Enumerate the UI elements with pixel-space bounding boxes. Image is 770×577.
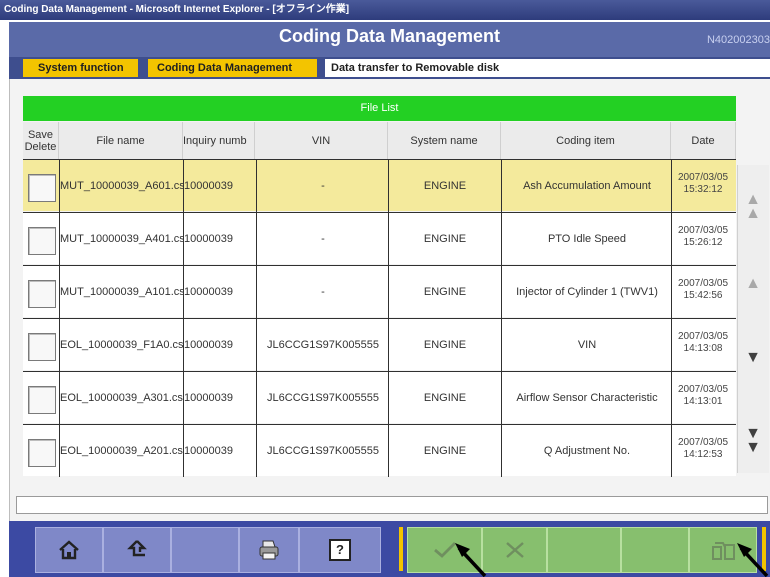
table-row[interactable]: MUT_10000039_A401.cs 10000039 - ENGINE PTO I… (23, 212, 736, 265)
col-date: Date (671, 122, 736, 159)
breadcrumb: System function Coding Data Management D… (9, 57, 770, 79)
help-button[interactable]: ? (299, 527, 381, 573)
cell-inquiry: 10000039 (184, 286, 233, 298)
cell-file: EOL_10000039_F1A0.cs (60, 339, 184, 351)
breadcrumb-coding-data-management[interactable]: Coding Data Management (148, 59, 317, 77)
cell-file: EOL_10000039_A201.cs (60, 445, 183, 457)
cell-item: Airflow Sensor Characteristic (516, 392, 658, 404)
table-row[interactable]: MUT_10000039_A101.cs 10000039 - ENGINE Injec… (23, 265, 736, 318)
page-title: Coding Data Management (278, 26, 501, 46)
cell-date: 2007/03/05 15:32:12 (673, 172, 733, 196)
app-header: Coding Data Management N402002303 (9, 22, 770, 57)
cancel-icon (505, 542, 524, 558)
time-value: 14:13:08 (683, 343, 723, 354)
cancel-button[interactable] (482, 527, 547, 573)
file-list-title: File List (23, 96, 736, 121)
time-value: 15:26:12 (683, 237, 723, 248)
cell-vin: JL6CCG1S97K005555 (267, 445, 379, 457)
time-value: 15:42:56 (683, 290, 723, 301)
cell-inquiry: 10000039 (184, 392, 233, 404)
cell-date: 2007/03/05 15:42:56 (673, 278, 733, 302)
col-file-name: File name (59, 122, 183, 159)
blank-green-button-2[interactable] (621, 527, 689, 573)
blank-green-button-1[interactable] (547, 527, 621, 573)
cell-system: ENGINE (423, 286, 467, 298)
cell-vin: JL6CCG1S97K005555 (267, 339, 379, 351)
save-delete-checkbox[interactable] (28, 386, 56, 414)
screen-code: N402002303 (706, 34, 770, 46)
home-icon (59, 540, 79, 560)
date-value: 2007/03/05 (677, 172, 729, 183)
scroll-up-icon[interactable]: ▲ (743, 276, 763, 292)
back-icon (127, 540, 147, 557)
col-vin: VIN (255, 122, 388, 159)
date-value: 2007/03/05 (677, 225, 729, 236)
save-delete-checkbox[interactable] (28, 439, 56, 467)
cell-vin: - (321, 180, 325, 192)
breadcrumb-current-page: Data transfer to Removable disk (325, 59, 770, 77)
home-button[interactable] (35, 527, 103, 573)
table-row[interactable]: EOL_10000039_F1A0.cs 10000039 JL6CCG1S97K0… (23, 318, 736, 371)
time-value: 14:12:53 (683, 449, 723, 460)
time-value: 14:13:01 (683, 396, 723, 407)
cell-file: MUT_10000039_A601.cs (60, 180, 184, 192)
cell-date: 2007/03/05 15:26:12 (673, 225, 733, 249)
cell-inquiry: 10000039 (184, 445, 233, 457)
cell-file: EOL_10000039_A301.cs (60, 392, 183, 404)
cell-inquiry: 10000039 (184, 180, 233, 192)
cell-inquiry: 10000039 (184, 339, 233, 351)
save-delete-checkbox[interactable] (28, 333, 56, 361)
breadcrumb-system-function[interactable]: System function (23, 59, 138, 77)
save-delete-checkbox[interactable] (28, 280, 56, 308)
cell-item: Q Adjustment No. (543, 445, 631, 457)
pointer-arrow-icon (737, 543, 769, 577)
time-value: 15:32:12 (683, 184, 723, 195)
cell-system: ENGINE (423, 180, 467, 192)
save-delete-checkbox[interactable] (28, 227, 56, 255)
table-row[interactable]: MUT_10000039_A601.cs 10000039 - ENGINE Ash A… (23, 159, 736, 212)
col-inquiry-number: Inquiry numb (183, 122, 255, 159)
cell-file: MUT_10000039_A101.cs (60, 286, 184, 298)
cell-date: 2007/03/05 14:13:01 (673, 384, 733, 408)
cell-vin: - (321, 233, 325, 245)
cell-item: Ash Accumulation Amount (523, 180, 651, 192)
date-value: 2007/03/05 (677, 278, 729, 289)
cell-date: 2007/03/05 14:13:08 (673, 331, 733, 355)
status-bar (16, 496, 768, 514)
window-title: Coding Data Management - Microsoft Inter… (0, 0, 770, 20)
scroll-top-icon[interactable]: ▲ ▲ (743, 192, 763, 222)
print-button[interactable] (239, 527, 299, 573)
cell-item: Injector of Cylinder 1 (TWV1) (516, 286, 658, 298)
cell-vin: - (321, 286, 325, 298)
scroll-bottom-icon[interactable]: ▼ ▼ (743, 426, 763, 456)
save-to-disk-icon (712, 542, 735, 560)
cell-system: ENGINE (423, 339, 467, 351)
print-icon (259, 540, 279, 560)
help-icon: ? (329, 539, 351, 561)
cell-item: VIN (577, 339, 597, 351)
cell-file: MUT_10000039_A401.cs (60, 233, 184, 245)
pointer-arrow-icon (455, 543, 487, 577)
col-coding-item: Coding item (501, 122, 671, 159)
save-delete-checkbox[interactable] (28, 174, 56, 202)
table-row[interactable]: EOL_10000039_A201.cs 10000039 JL6CCG1S97K0… (23, 424, 736, 477)
date-value: 2007/03/05 (677, 437, 729, 448)
back-button[interactable] (103, 527, 171, 573)
table-row[interactable]: EOL_10000039_A301.cs 10000039 JL6CCG1S97K0… (23, 371, 736, 424)
scroll-down-icon[interactable]: ▼ (743, 350, 763, 366)
cell-system: ENGINE (423, 233, 467, 245)
scrollbar[interactable]: ▲ ▲ ▲ ▼ ▼ ▼ (737, 165, 769, 473)
date-value: 2007/03/05 (677, 331, 729, 342)
cell-system: ENGINE (423, 445, 467, 457)
cell-date: 2007/03/05 14:12:53 (673, 437, 733, 461)
cell-vin: JL6CCG1S97K005555 (267, 392, 379, 404)
col-system-name: System name (388, 122, 501, 159)
date-value: 2007/03/05 (677, 384, 729, 395)
cell-item: PTO Idle Speed (547, 233, 627, 245)
col-save-delete: Save Delete (23, 122, 59, 159)
cell-inquiry: 10000039 (184, 233, 233, 245)
blank-button[interactable] (171, 527, 239, 573)
separator-left (399, 527, 403, 571)
cell-system: ENGINE (423, 392, 467, 404)
